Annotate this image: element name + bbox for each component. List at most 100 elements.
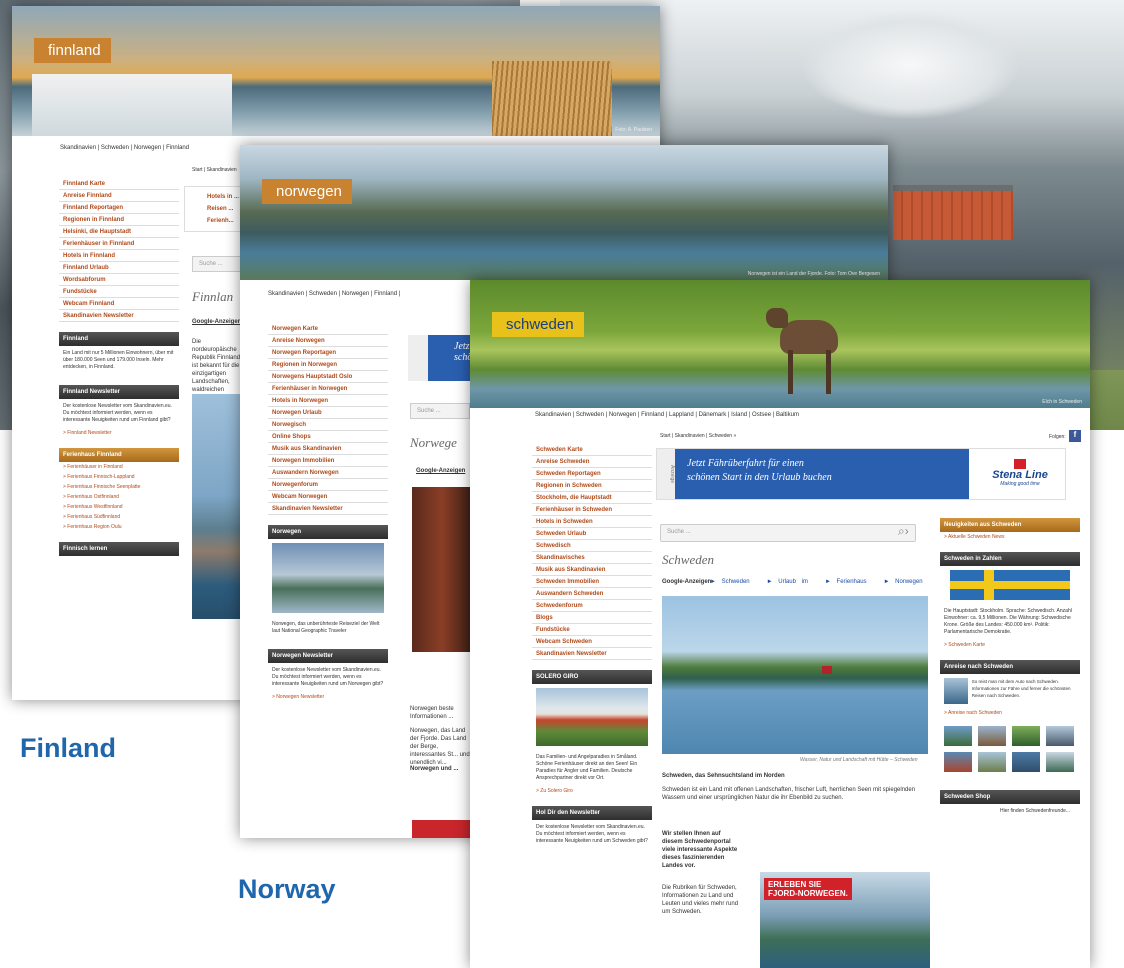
sidebar-item[interactable]: Anreise Norwegen <box>268 335 388 347</box>
finland-ad-link-2[interactable]: Reisen ... <box>207 205 233 213</box>
facts-link[interactable]: > Schweden Karte <box>940 640 1080 650</box>
sweden-ad-links[interactable]: ► Schweden ► Urlaub im ► Ferienhaus ► No… <box>710 578 923 586</box>
thumbnail[interactable] <box>944 726 972 746</box>
sidebar-item[interactable]: Stockholm, die Hauptstadt <box>532 492 652 504</box>
ferienhaus-link[interactable]: > Ferienhaus Ostfinnland <box>59 492 179 502</box>
sidebar-item[interactable]: Fundstücke <box>59 286 179 298</box>
sidebar-item[interactable]: Skandinavien Newsletter <box>268 503 388 515</box>
thumbnail[interactable] <box>1046 726 1074 746</box>
fjord-norway-ad[interactable]: ERLEBEN SIE FJORD-NORWEGEN. <box>760 872 930 968</box>
sweden-breadcrumb[interactable]: Start | Skandinavien | Schweden » <box>660 432 736 440</box>
sidebar-item[interactable]: Skandinavisches <box>532 552 652 564</box>
sidebar-item[interactable]: Blogs <box>532 612 652 624</box>
ferienhaus-link[interactable]: > Ferienhaus Südfinnland <box>59 512 179 522</box>
sidebar-item[interactable]: Webcam Norwegen <box>268 491 388 503</box>
sidebar-item[interactable]: Musik aus Skandinavien <box>532 564 652 576</box>
sidebar-item[interactable]: Wordsabforum <box>59 274 179 286</box>
sweden-google-ads[interactable]: Google-Anzeigen <box>662 578 711 586</box>
sweden-logo[interactable]: schweden <box>492 312 584 337</box>
thumbnail[interactable] <box>978 752 1006 772</box>
ad-link-ferienhaus[interactable]: ► Ferienhaus <box>825 579 867 585</box>
solero-link[interactable]: > Zu Solero Giro <box>532 786 652 796</box>
finland-ad[interactable]: Hotels in ... Reisen ... Ferienh... <box>184 186 244 232</box>
sidebar-item[interactable]: Helsinki, die Hauptstadt <box>59 226 179 238</box>
sidebar-item[interactable]: Ferienhäuser in Finnland <box>59 238 179 250</box>
sidebar-item[interactable]: Anreise Schweden <box>532 456 652 468</box>
ad-link-urlaub[interactable]: ► Urlaub im <box>767 579 808 585</box>
search-icon[interactable]: ⌕› <box>898 524 909 539</box>
finland-breadcrumb[interactable]: Start | Skandinavien <box>192 166 237 174</box>
sidebar-item[interactable]: Regionen in Schweden <box>532 480 652 492</box>
sidebar-item[interactable]: Musik aus Skandinavien <box>268 443 388 455</box>
sidebar-item[interactable]: Ferienhäuser in Norwegen <box>268 383 388 395</box>
norway-ad[interactable]: Jetz schö <box>408 335 472 381</box>
sidebar-item[interactable]: Skandinavien Newsletter <box>532 648 652 660</box>
sidebar-item[interactable]: Fundstücke <box>532 624 652 636</box>
sidebar-item[interactable]: Norwegisch <box>268 419 388 431</box>
finland-search-input[interactable]: Suche ... <box>192 256 242 272</box>
sidebar-item[interactable]: Webcam Finnland <box>59 298 179 310</box>
finland-google-ads[interactable]: Google-Anzeigen <box>192 318 241 326</box>
finland-ad-link-1[interactable]: Hotels in ... <box>207 193 239 201</box>
sidebar-item[interactable]: Regionen in Norwegen <box>268 359 388 371</box>
facebook-icon[interactable]: f <box>1069 430 1081 442</box>
travel-link[interactable]: > Anreise nach Schweden <box>940 708 1080 718</box>
stena-line-ad[interactable]: Anzeige Jetzt Fährüberfahrt für einen sc… <box>656 448 1066 500</box>
norway-search-input[interactable]: Suche ... <box>410 403 470 419</box>
norway-logo[interactable]: norwegen <box>262 179 352 204</box>
norway-google-ads[interactable]: Google-Anzeigen <box>416 467 465 475</box>
thumbnail[interactable] <box>1012 752 1040 772</box>
sidebar-item[interactable]: Schwedisch <box>532 540 652 552</box>
thumbnail[interactable] <box>1046 752 1074 772</box>
ferienhaus-link[interactable]: > Ferienhaus Region Oulu <box>59 522 179 532</box>
sidebar-item[interactable]: Hotels in Finnland <box>59 250 179 262</box>
ad-link-schweden[interactable]: ► Schweden <box>710 579 750 585</box>
fjord-ad-title: ERLEBEN SIE FJORD-NORWEGEN. <box>764 878 852 900</box>
sidebar-item[interactable]: Schweden Reportagen <box>532 468 652 480</box>
ferienhaus-link[interactable]: > Ferienhaus Finnisch-Lappland <box>59 472 179 482</box>
sidebar-item[interactable]: Anreise Finnland <box>59 190 179 202</box>
sidebar-item[interactable]: Schweden Karte <box>532 444 652 456</box>
sidebar-item[interactable]: Norwegen Urlaub <box>268 407 388 419</box>
sidebar-item[interactable]: Schweden Immobilien <box>532 576 652 588</box>
sidebar-item[interactable]: Auswandern Norwegen <box>268 467 388 479</box>
sidebar-item[interactable]: Norwegen Karte <box>268 323 388 335</box>
sidebar-item[interactable]: Finnland Reportagen <box>59 202 179 214</box>
finland-menu: Finnland Karte Anreise Finnland Finnland R… <box>59 178 179 322</box>
sidebar-item[interactable]: Norwegens Hauptstadt Oslo <box>268 371 388 383</box>
sidebar-item[interactable]: Norwegenforum <box>268 479 388 491</box>
sidebar-item[interactable]: Hotels in Schweden <box>532 516 652 528</box>
sidebar-item[interactable]: Auswandern Schweden <box>532 588 652 600</box>
sidebar-item[interactable]: Norwegen Immobilien <box>268 455 388 467</box>
sweden-search-input[interactable]: Suche ... <box>660 524 916 542</box>
norway-newsletter-link[interactable]: > Norwegen Newsletter <box>268 692 388 702</box>
sweden-nav[interactable]: Skandinavien | Schweden | Norwegen | Fin… <box>535 412 799 418</box>
ferienhaus-link[interactable]: > Ferienhäuser in Finnland <box>59 462 179 472</box>
sidebar-item[interactable]: Ferienhäuser in Schweden <box>532 504 652 516</box>
ferienhaus-link[interactable]: > Ferienhaus Westfinnland <box>59 502 179 512</box>
thumbnail[interactable] <box>978 726 1006 746</box>
norway-fjord-ad[interactable] <box>412 820 472 838</box>
sidebar-item[interactable]: Schwedenforum <box>532 600 652 612</box>
sidebar-item[interactable]: Regionen in Finnland <box>59 214 179 226</box>
finland-nav[interactable]: Skandinavien | Schweden | Norwegen | Fin… <box>60 145 189 151</box>
sidebar-item[interactable]: Hotels in Norwegen <box>268 395 388 407</box>
sidebar-item[interactable]: Online Shops <box>268 431 388 443</box>
sidebar-item[interactable]: Webcam Schweden <box>532 636 652 648</box>
norway-heading: Norwege <box>410 435 457 450</box>
news-link[interactable]: > Aktuelle Schweden News <box>940 532 1080 542</box>
finland-ad-link-3[interactable]: Ferienh... <box>207 217 234 225</box>
sidebar-item[interactable]: Norwegen Reportagen <box>268 347 388 359</box>
finland-newsletter-link[interactable]: > Finnland Newsletter <box>59 428 179 438</box>
finland-logo[interactable]: finnland <box>34 38 111 63</box>
ferienhaus-link[interactable]: > Ferienhaus Finnische Seenplatte <box>59 482 179 492</box>
finland-newsletter-head: Finnland Newsletter <box>59 385 179 399</box>
norway-nav[interactable]: Skandinavien | Schweden | Norwegen | Fin… <box>268 291 400 297</box>
thumbnail[interactable] <box>1012 726 1040 746</box>
thumbnail[interactable] <box>944 752 972 772</box>
sidebar-item[interactable]: Skandinavien Newsletter <box>59 310 179 322</box>
ad-link-norwegen[interactable]: ► Norwegen <box>884 579 923 585</box>
sidebar-item[interactable]: Finnland Karte <box>59 178 179 190</box>
sidebar-item[interactable]: Finnland Urlaub <box>59 262 179 274</box>
sidebar-item[interactable]: Schweden Urlaub <box>532 528 652 540</box>
